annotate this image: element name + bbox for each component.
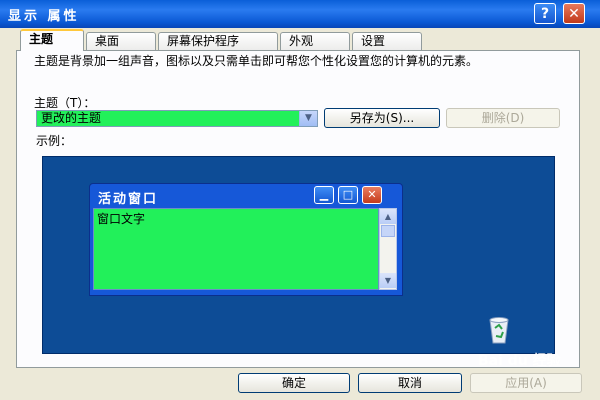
save-as-button[interactable]: 另存为(S)... — [324, 108, 440, 128]
preview-window-title: 活动窗口 — [98, 192, 159, 207]
title-bar[interactable]: 显示 属性 ? ✕ — [0, 0, 600, 28]
theme-select[interactable]: 更改的主题 ▼ — [36, 110, 318, 127]
theme-label: 主题（T）： — [34, 96, 96, 110]
maximize-icon: □ — [338, 186, 358, 204]
preview-window: 活动窗口 ▁ □ ✕ 窗口文字 ▲ ▼ — [89, 183, 403, 296]
tab-desktop[interactable]: 桌面 — [86, 32, 156, 50]
scroll-down-icon: ▼ — [380, 273, 396, 288]
chevron-down-icon[interactable]: ▼ — [299, 111, 317, 126]
theme-select-value: 更改的主题 — [41, 111, 102, 125]
cancel-button[interactable]: 取消 — [358, 373, 462, 393]
theme-description: 主题是背景加一组声音，图标以及只需单击即可帮您个性化设置您的计算机的元素。 — [34, 54, 479, 68]
scroll-thumb — [381, 225, 395, 237]
preview-window-text: 窗口文字 — [97, 212, 146, 226]
scroll-up-icon: ▲ — [380, 209, 396, 224]
recycle-bin-icon — [489, 317, 509, 344]
tab-appearance[interactable]: 外观 — [280, 32, 350, 50]
window-title: 显示 属性 — [8, 9, 80, 24]
close-button[interactable]: ✕ — [563, 3, 585, 24]
watermark: Bai du 经验 — [478, 353, 561, 369]
example-label: 示例： — [36, 134, 73, 148]
apply-button[interactable]: 应用(A) — [470, 373, 582, 393]
tab-screensaver[interactable]: 屏幕保护程序 — [158, 32, 278, 50]
delete-button[interactable]: 删除(D) — [446, 108, 560, 128]
tab-theme[interactable]: 主题 — [20, 29, 84, 51]
help-button[interactable]: ? — [534, 3, 556, 24]
minimize-icon: ▁ — [314, 186, 334, 204]
preview-scrollbar: ▲ ▼ — [379, 208, 397, 290]
close-icon: ✕ — [362, 186, 382, 204]
preview-window-body: 窗口文字 — [93, 208, 379, 290]
tab-settings[interactable]: 设置 — [352, 32, 422, 50]
ok-button[interactable]: 确定 — [238, 373, 350, 393]
